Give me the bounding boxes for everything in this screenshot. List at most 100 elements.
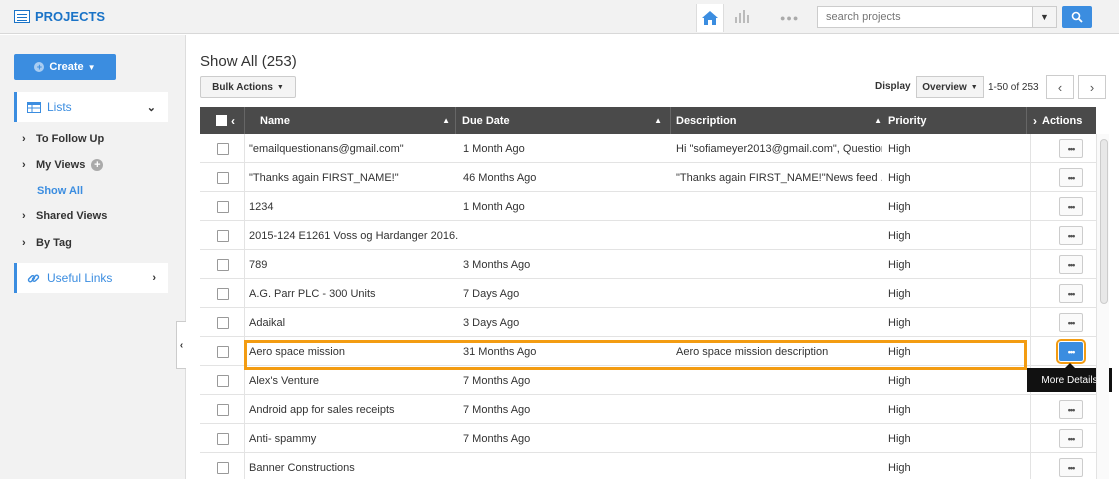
sidebar-item-show-all[interactable]: Show All bbox=[37, 185, 83, 197]
sidebar-item-to-follow-up[interactable]: › To Follow Up bbox=[22, 133, 104, 145]
project-priority: High bbox=[888, 200, 911, 213]
table-scrollbar[interactable] bbox=[1096, 134, 1109, 479]
more-details-button[interactable]: ••• bbox=[1059, 429, 1083, 448]
row-checkbox[interactable] bbox=[217, 317, 229, 329]
collapse-sidebar-button[interactable]: ‹ bbox=[176, 321, 186, 369]
select-all-checkbox[interactable] bbox=[216, 115, 227, 126]
useful-links-panel[interactable]: Useful Links › bbox=[14, 263, 168, 293]
more-details-button[interactable]: ••• bbox=[1059, 284, 1083, 303]
row-checkbox[interactable] bbox=[217, 288, 229, 300]
column-header-due-date[interactable]: Due Date ▲ bbox=[462, 107, 662, 134]
bulk-actions-label: Bulk Actions bbox=[212, 81, 273, 93]
row-checkbox[interactable] bbox=[217, 230, 229, 242]
chevron-left-icon[interactable]: ‹ bbox=[231, 114, 235, 128]
table-row[interactable]: "Thanks again FIRST_NAME!" 46 Months Ago… bbox=[200, 163, 1096, 192]
projects-icon bbox=[14, 10, 30, 23]
column-divider bbox=[1026, 107, 1027, 134]
row-divider bbox=[1030, 453, 1031, 479]
view-select[interactable]: Overview ▼ bbox=[916, 76, 984, 98]
column-header-name[interactable]: Name ▲ bbox=[260, 107, 450, 134]
row-checkbox[interactable] bbox=[217, 259, 229, 271]
lists-panel[interactable]: Lists ⌄ bbox=[14, 92, 168, 122]
more-details-button[interactable]: ••• bbox=[1059, 139, 1083, 158]
chevron-right-icon: › bbox=[22, 159, 26, 171]
project-priority: High bbox=[888, 142, 911, 155]
project-priority: High bbox=[888, 461, 911, 474]
sidebar-item-my-views[interactable]: › My Views + bbox=[22, 159, 104, 171]
project-description bbox=[676, 192, 882, 221]
table-row[interactable]: Android app for sales receipts 7 Months … bbox=[200, 395, 1096, 424]
project-due-date bbox=[463, 453, 668, 479]
bar-chart-icon bbox=[735, 10, 749, 23]
select-all-control[interactable]: ‹ bbox=[216, 107, 235, 134]
project-priority: High bbox=[888, 345, 911, 358]
project-name[interactable]: 1234 bbox=[249, 192, 454, 221]
project-name[interactable]: Alex's Venture bbox=[249, 366, 454, 395]
column-header-priority[interactable]: Priority bbox=[888, 107, 927, 134]
row-checkbox[interactable] bbox=[217, 201, 229, 213]
row-checkbox[interactable] bbox=[217, 375, 229, 387]
project-name[interactable]: Banner Constructions bbox=[249, 453, 454, 479]
reports-button[interactable] bbox=[734, 9, 750, 26]
project-due-date: 1 Month Ago bbox=[463, 200, 525, 213]
more-details-button[interactable]: ••• bbox=[1059, 400, 1083, 419]
project-name[interactable]: Aero space mission bbox=[249, 337, 454, 366]
search-box: ▼ bbox=[817, 6, 1057, 28]
more-details-button[interactable]: ••• bbox=[1059, 197, 1083, 216]
project-name[interactable]: "emailquestionans@gmail.com" bbox=[249, 134, 454, 163]
sidebar-item-by-tag[interactable]: › By Tag bbox=[22, 237, 72, 249]
caret-down-icon: ▼ bbox=[276, 83, 284, 91]
table-row[interactable]: Adaikal 3 Days Ago High ••• bbox=[200, 308, 1096, 337]
row-divider bbox=[1030, 163, 1031, 192]
next-page-button[interactable]: › bbox=[1078, 75, 1106, 99]
sidebar-item-shared-views[interactable]: › Shared Views bbox=[22, 210, 107, 222]
project-name[interactable]: "Thanks again FIRST_NAME!" bbox=[249, 163, 454, 192]
row-checkbox[interactable] bbox=[217, 346, 229, 358]
link-icon bbox=[27, 272, 41, 285]
project-name[interactable]: A.G. Parr PLC - 300 Units bbox=[249, 279, 454, 308]
table-row[interactable]: "emailquestionans@gmail.com" 1 Month Ago… bbox=[200, 134, 1096, 163]
bulk-actions-button[interactable]: Bulk Actions ▼ bbox=[200, 76, 296, 98]
more-details-button[interactable]: ••• bbox=[1059, 458, 1083, 477]
column-header-description[interactable]: Description ▲ bbox=[676, 107, 882, 134]
table-row[interactable]: Aero space mission 31 Months Ago Aero sp… bbox=[200, 337, 1096, 366]
more-details-button[interactable]: ••• bbox=[1059, 226, 1083, 245]
table-row[interactable]: Anti- spammy 7 Months Ago High ••• bbox=[200, 424, 1096, 453]
brand[interactable]: PROJECTS bbox=[14, 9, 105, 24]
row-checkbox[interactable] bbox=[217, 172, 229, 184]
more-details-button[interactable]: ••• bbox=[1059, 313, 1083, 332]
project-priority: High bbox=[888, 229, 911, 242]
table-row[interactable]: 789 3 Months Ago High ••• bbox=[200, 250, 1096, 279]
project-name[interactable]: Adaikal bbox=[249, 308, 454, 337]
sidebar: + Create ▼ Lists ⌄ › To Follow Up › My V… bbox=[0, 35, 186, 479]
scrollbar-thumb[interactable] bbox=[1100, 139, 1108, 304]
more-details-button[interactable]: ••• bbox=[1056, 339, 1086, 364]
previous-page-button[interactable]: ‹ bbox=[1046, 75, 1074, 99]
more-details-button[interactable]: ••• bbox=[1059, 168, 1083, 187]
table-row[interactable]: Alex's Venture 7 Months Ago High bbox=[200, 366, 1096, 395]
more-details-button[interactable]: ••• bbox=[1059, 255, 1083, 274]
column-header-actions[interactable]: › Actions bbox=[1033, 107, 1082, 134]
row-checkbox[interactable] bbox=[217, 462, 229, 474]
table-row[interactable]: Banner Constructions High ••• bbox=[200, 453, 1096, 479]
project-name[interactable]: Android app for sales receipts bbox=[249, 395, 454, 424]
row-divider bbox=[244, 250, 245, 279]
table-row[interactable]: 1234 1 Month Ago High ••• bbox=[200, 192, 1096, 221]
search-button[interactable] bbox=[1062, 6, 1092, 28]
search-input[interactable] bbox=[818, 7, 1032, 27]
row-checkbox[interactable] bbox=[217, 404, 229, 416]
project-name[interactable]: Anti- spammy bbox=[249, 424, 454, 453]
row-checkbox[interactable] bbox=[217, 433, 229, 445]
create-button[interactable]: + Create ▼ bbox=[14, 54, 116, 80]
table-row[interactable]: 2015-124 E1261 Voss og Hardanger 2016...… bbox=[200, 221, 1096, 250]
table-icon bbox=[27, 101, 41, 113]
more-apps-icon[interactable]: ●●● bbox=[780, 13, 799, 23]
home-button[interactable] bbox=[696, 4, 724, 32]
table-row[interactable]: A.G. Parr PLC - 300 Units 7 Days Ago Hig… bbox=[200, 279, 1096, 308]
add-view-icon[interactable]: + bbox=[91, 159, 104, 171]
row-checkbox[interactable] bbox=[217, 143, 229, 155]
search-dropdown-button[interactable]: ▼ bbox=[1032, 7, 1056, 27]
home-icon bbox=[702, 11, 718, 25]
project-name[interactable]: 789 bbox=[249, 250, 454, 279]
project-name[interactable]: 2015-124 E1261 Voss og Hardanger 2016... bbox=[249, 221, 459, 250]
